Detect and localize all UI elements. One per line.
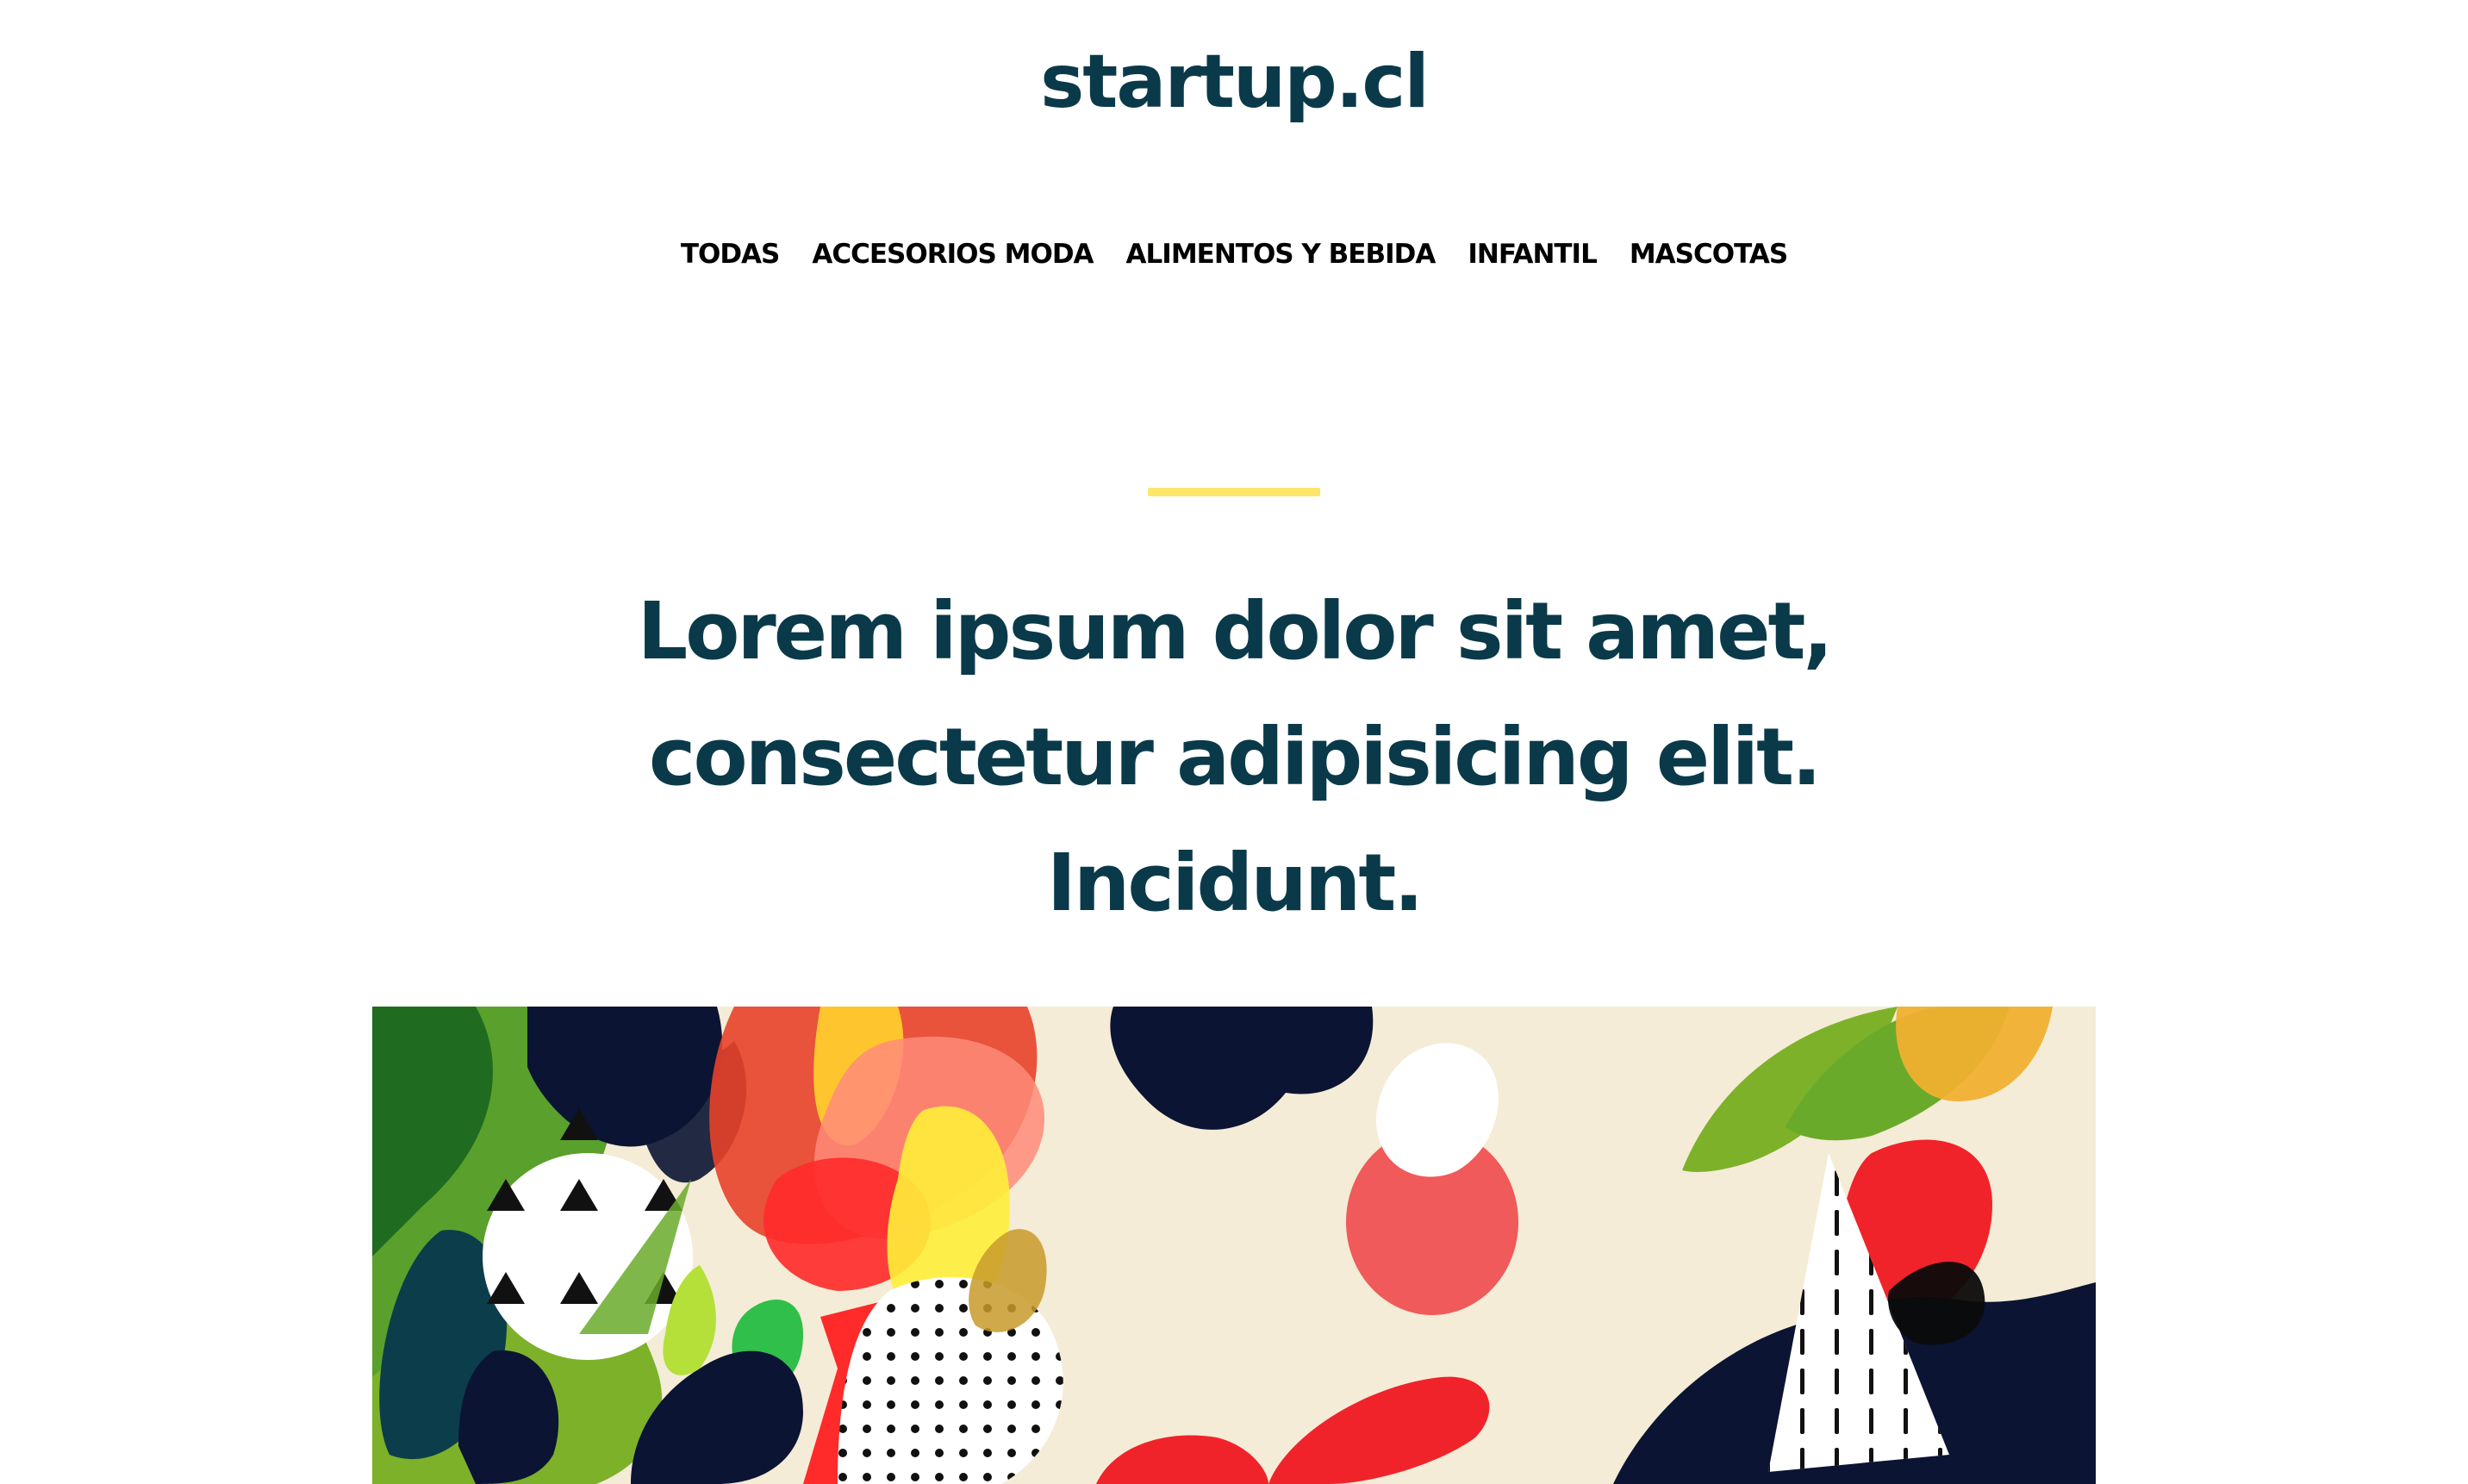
hero-illustration [372,1007,2096,1484]
nav-item-accesorios-moda[interactable]: ACCESORIOS MODA [812,234,1094,274]
nav-item-mascotas[interactable]: MASCOTAS [1630,234,1788,274]
accent-divider [1148,488,1320,496]
nav-item-todas[interactable]: TODAS [681,234,781,274]
category-nav: TODAS ACCESORIOS MODA ALIMENTOS Y BEBIDA… [0,234,2468,274]
page: startup.cl TODAS ACCESORIOS MODA ALIMENT… [0,0,2468,1484]
hero-headline: Lorem ipsum dolor sit amet, consectetur … [637,585,1834,929]
nav-item-alimentos-y-bebida[interactable]: ALIMENTOS Y BEBIDA [1126,234,1437,274]
nav-item-infantil[interactable]: INFANTIL [1468,234,1597,274]
site-logo[interactable]: startup.cl [0,34,2468,129]
